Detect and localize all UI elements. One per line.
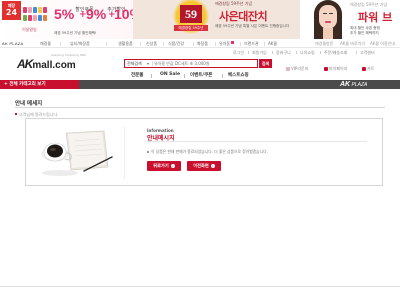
promo-note: 이달말일	[22, 27, 37, 32]
cart-quick-link[interactable]: 카트	[362, 66, 374, 72]
search-box: 전체검색	[124, 59, 258, 68]
promo-right-tag: 애경창립 59주년 기념	[350, 2, 388, 7]
cart-icon	[362, 66, 366, 71]
catrow-item[interactable]: 화장품	[197, 41, 208, 47]
catrow-item[interactable]: AK몰	[268, 41, 277, 47]
vip-lounge-link[interactable]: VIP라운지	[286, 66, 308, 72]
catrow-item[interactable]: 브랜드관	[244, 41, 259, 47]
catrow-item[interactable]: 생활용품	[118, 41, 133, 47]
anniversary-59-badge: 59	[180, 5, 202, 23]
signup-link[interactable]: 회원가입	[252, 50, 267, 56]
search-input[interactable]	[154, 60, 248, 67]
login-link[interactable]: 로그인	[233, 50, 244, 56]
mypage-link[interactable]: 마이페이지	[324, 66, 347, 72]
notebook-coffee-illustration	[41, 130, 113, 176]
catrow-item[interactable]: 뷰티/화장품	[70, 41, 90, 47]
catrow-right-item[interactable]: AK몰 바로가기	[340, 41, 365, 47]
cart-link[interactable]: 장바구니	[276, 50, 291, 56]
promo-right-sub-2: 추가 할인 혜택까지	[350, 31, 379, 35]
ak-plaza-logo[interactable]: AK PLAZA	[340, 81, 367, 88]
chevron-down-icon[interactable]	[147, 63, 149, 65]
promo-left-panel[interactable]: 매장 24 이달말일 5%할인쿠폰 + 9%추가할인 + 10% 애경 59주년…	[0, 0, 142, 39]
bullet-icon	[147, 150, 149, 153]
model-photo	[314, 0, 342, 39]
promo-center-tag: 애경창립 59주년 기념	[215, 1, 253, 6]
promo-badge-number: 24	[5, 8, 18, 17]
top-promo-banner[interactable]: 매장 24 이달말일 5%할인쿠폰 + 9%추가할인 + 10% 애경 59주년…	[0, 0, 400, 39]
all-category-button[interactable]: + 전체 카테고리 보기	[0, 80, 79, 89]
gnb-item-event[interactable]: 이벤트/쿠폰	[190, 72, 212, 80]
prev-page-button[interactable]: 이전화면 ›	[187, 161, 221, 171]
vip-icon	[286, 66, 290, 71]
logo-tagline: Aekyung Shopping Mall	[51, 53, 87, 57]
arrow-right-icon: ›	[170, 164, 175, 168]
page-title: 안내 메세지	[15, 101, 43, 107]
order-tracking-link[interactable]: 주문/배송조회	[324, 50, 347, 56]
product-shelf-image	[22, 5, 48, 25]
myshopping-link[interactable]: 나의쇼핑	[300, 50, 315, 56]
promo-center-panel[interactable]: 59 애경창립 59주년 애경창립 59주년 기념 사은대잔치 애경 59주년 …	[133, 0, 300, 39]
promo-right-title: 파워 브	[358, 11, 393, 24]
mypage-icon	[324, 66, 328, 71]
new-badge-icon	[231, 41, 235, 44]
info-message-box: Information 안내메시지 이 상품은 현재 판매가 종료되었습니다. …	[25, 118, 383, 186]
title-divider	[15, 107, 385, 108]
catrow-item[interactable]: 유아동	[219, 41, 235, 47]
arrow-right-icon: ›	[210, 164, 215, 168]
gnb-item-onsale[interactable]: ON Sale	[160, 72, 180, 80]
promo-center-sub: 애경 59주년 기념 특별 사은 이벤트 진행중입니다	[215, 24, 290, 28]
info-message: 이 상품은 현재 판매가 종료되었습니다. 더 좋은 상품으로 찾아뵙겠습니다.	[147, 149, 268, 155]
family-site-row: AK PLAZA 애경몰 뷰티/화장품 생활용품 신상품 식품/건강 화장품 유…	[0, 40, 400, 48]
promo-right-panel[interactable]: 애경창립 59주년 기념 파워 브 최대 할인 쿠폰 증정 추가 할인 혜택까지	[300, 0, 400, 39]
catrow-right-item[interactable]: AK몰 이용안내	[370, 41, 395, 47]
info-divider	[147, 141, 367, 142]
anniversary-ribbon: 애경창립 59주년	[174, 25, 208, 31]
footer-divider	[0, 286, 400, 287]
box-divider	[124, 127, 125, 179]
catrow-item[interactable]: 신상품	[146, 41, 157, 47]
back-button[interactable]: 뒤로가기 ›	[147, 161, 181, 171]
bullet-icon	[15, 113, 17, 115]
promo-center-title: 사은대잔치	[219, 10, 268, 23]
ak-plaza-mini-logo[interactable]: AK PLAZA	[2, 41, 24, 47]
catrow-right-item[interactable]: 애경몰방문	[315, 41, 333, 47]
akmall-logo[interactable]: Aekyung Shopping Mall AKmall.com	[17, 53, 86, 71]
search-button[interactable]: 검색	[259, 59, 272, 68]
customer-center-link[interactable]: 고객센터	[360, 50, 375, 56]
catrow-item[interactable]: 애경몰	[40, 41, 51, 47]
search-scope-select[interactable]: 전체검색	[127, 61, 142, 67]
gnb-item-specialty[interactable]: 전문몰	[131, 72, 143, 80]
gnb-item-best[interactable]: 베스트쇼핑	[228, 72, 249, 80]
catrow-item[interactable]: 식품/건강	[168, 41, 184, 47]
promo-badge: 매장 24	[2, 1, 21, 20]
promo-left-sub: 애경 59주년 기념 할인혜택!	[54, 31, 97, 35]
